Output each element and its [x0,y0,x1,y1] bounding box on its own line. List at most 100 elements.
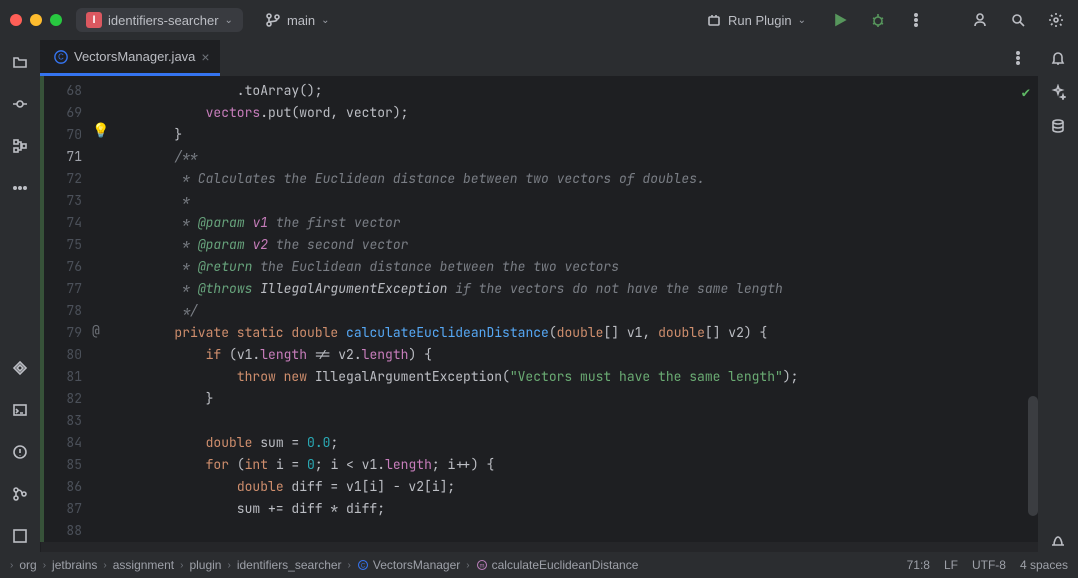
run-config-selector[interactable]: Run Plugin ⌄ [698,8,814,32]
database-icon [1050,118,1066,134]
line-number[interactable]: 68 [44,80,82,102]
chevron-right-icon: › [10,560,13,571]
svg-text:C: C [58,52,64,61]
code-editor[interactable]: 6869707172737475767778798081828384858687… [40,76,1038,542]
code-line[interactable]: private static double calculateEuclidean… [112,322,1038,344]
project-tool-button[interactable] [4,46,36,78]
line-number[interactable]: 87 [44,498,82,520]
close-tab-button[interactable]: × [201,49,209,65]
line-number[interactable]: 82 [44,388,82,410]
editor-tab-active[interactable]: C VectorsManager.java × [40,40,220,76]
maximize-window[interactable] [50,14,62,26]
coverage-icon [1050,532,1066,548]
line-number[interactable]: 73 [44,190,82,212]
line-number[interactable]: 78 [44,300,82,322]
breadcrumb-item[interactable]: mcalculateEuclideanDistance [476,558,639,572]
structure-tool-button[interactable] [4,130,36,162]
code-with-me-button[interactable] [968,8,992,32]
code-line[interactable]: for (int i = 0; i < v1.length; i++) { [112,454,1038,476]
gear-icon [1048,12,1064,28]
more-tools-button[interactable] [4,172,36,204]
icon-gutter[interactable]: 💡 @ [88,76,112,542]
line-number[interactable]: 70 [44,124,82,146]
vcs-tool-button[interactable] [4,478,36,510]
chevron-right-icon: › [348,560,351,571]
caret-position[interactable]: 71:8 [907,558,930,572]
git-branch-name: main [287,13,315,28]
line-separator[interactable]: LF [944,558,958,572]
services-tool-button[interactable] [4,352,36,384]
code-line[interactable]: .toArray(); [112,80,1038,102]
more-vertical-icon [1010,50,1026,66]
line-number[interactable]: 81 [44,366,82,388]
code-line[interactable]: */ [112,300,1038,322]
code-line[interactable] [112,410,1038,432]
line-number[interactable]: 74 [44,212,82,234]
git-branch-selector[interactable]: main ⌄ [257,8,338,32]
line-number[interactable]: 75 [44,234,82,256]
code-line[interactable]: * @param v1 the first vector [112,212,1038,234]
run-button[interactable] [828,8,852,32]
vertical-scrollbar[interactable] [1028,396,1038,516]
breadcrumb-item[interactable]: CVectorsManager [357,558,460,572]
breadcrumb-item[interactable]: identifiers_searcher [237,558,342,572]
search-everywhere-button[interactable] [1006,8,1030,32]
settings-button[interactable] [1044,8,1068,32]
code-line[interactable]: sum += diff * diff; [112,498,1038,520]
line-number[interactable]: 83 [44,410,82,432]
indent-settings[interactable]: 4 spaces [1020,558,1068,572]
chevron-right-icon: › [180,560,183,571]
code-line[interactable]: * @return the Euclidean distance between… [112,256,1038,278]
code-line[interactable] [112,520,1038,542]
breadcrumb-item[interactable]: assignment [113,558,174,572]
horizontal-scrollbar[interactable] [41,542,1038,552]
line-number[interactable]: 86 [44,476,82,498]
code-line[interactable]: } [112,388,1038,410]
line-number[interactable]: 76 [44,256,82,278]
problems-tool-button[interactable] [4,436,36,468]
line-number[interactable]: 84 [44,432,82,454]
code-line[interactable]: throw new IllegalArgumentException("Vect… [112,366,1038,388]
line-number[interactable]: 85 [44,454,82,476]
more-actions-button[interactable] [904,8,928,32]
code-line[interactable]: if (v1.length != v2.length) { [112,344,1038,366]
code-line[interactable]: vectors.put(word, vector); [112,102,1038,124]
code-line[interactable]: * @throws IllegalArgumentException if th… [112,278,1038,300]
code-line[interactable]: * [112,190,1038,212]
override-gutter-icon[interactable]: @ [92,320,100,342]
notifications-tool-button[interactable] [1046,46,1070,70]
code-line[interactable]: double diff = v1[i] - v2[i]; [112,476,1038,498]
code-content[interactable]: .toArray(); vectors.put(word, vector); }… [112,76,1038,542]
project-selector[interactable]: I identifiers-searcher ⌄ [76,8,243,32]
commit-tool-button[interactable] [4,88,36,120]
build-tool-button[interactable] [4,520,36,552]
debug-button[interactable] [866,8,890,32]
tab-more-button[interactable] [998,40,1038,76]
intention-bulb-icon[interactable]: 💡 [92,120,109,142]
line-number[interactable]: 88 [44,520,82,542]
breadcrumb-item[interactable]: jetbrains [52,558,97,572]
minimize-window[interactable] [30,14,42,26]
line-number[interactable]: 77 [44,278,82,300]
inspection-status-icon[interactable]: ✔ [1022,82,1030,104]
close-window[interactable] [10,14,22,26]
code-line[interactable]: /** [112,146,1038,168]
line-number[interactable]: 72 [44,168,82,190]
file-encoding[interactable]: UTF-8 [972,558,1006,572]
line-number-gutter[interactable]: 6869707172737475767778798081828384858687… [44,76,88,542]
database-tool-button[interactable] [1046,114,1070,138]
coverage-tool-button[interactable] [1046,528,1070,552]
terminal-tool-button[interactable] [4,394,36,426]
line-number[interactable]: 79 [44,322,82,344]
breadcrumbs-bar: › org›jetbrains›assignment›plugin›identi… [0,552,1078,578]
line-number[interactable]: 69 [44,102,82,124]
code-line[interactable]: double sum = 0.0; [112,432,1038,454]
line-number[interactable]: 80 [44,344,82,366]
code-line[interactable]: * @param v2 the second vector [112,234,1038,256]
breadcrumb-item[interactable]: org [19,558,36,572]
code-line[interactable]: * Calculates the Euclidean distance betw… [112,168,1038,190]
ai-tool-button[interactable] [1046,80,1070,104]
breadcrumb-item[interactable]: plugin [189,558,221,572]
line-number[interactable]: 71 [44,146,82,168]
code-line[interactable]: } [112,124,1038,146]
